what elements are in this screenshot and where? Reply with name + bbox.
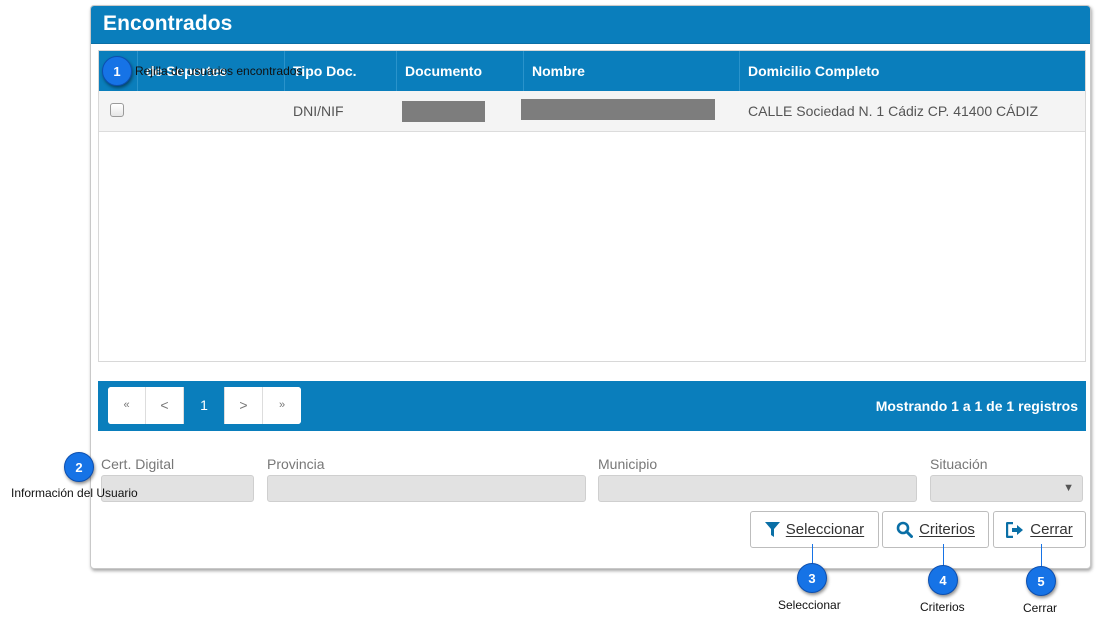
cell-nombre-redacted — [521, 99, 715, 120]
municipio-field[interactable] — [598, 475, 917, 502]
encontrados-panel: Encontrados de Soportes Tipo Doc. Docume… — [90, 5, 1091, 569]
criterios-label: Criterios — [919, 521, 975, 538]
callout-1-text: Rejilla de usuarios encontrados — [135, 64, 303, 78]
column-domicilio[interactable]: Domicilio Completo — [739, 51, 1087, 91]
cerrar-label: Cerrar — [1030, 521, 1073, 538]
callout-3-text: Seleccionar — [778, 598, 841, 612]
panel-header: Encontrados — [91, 6, 1090, 44]
callout-4-line — [943, 544, 944, 566]
callout-2-badge: 2 — [64, 452, 94, 482]
results-table: de Soportes Tipo Doc. Documento Nombre D… — [98, 50, 1086, 362]
pagination-bar: « < 1 > » Mostrando 1 a 1 de 1 registros — [98, 381, 1086, 431]
situacion-label: Situación — [930, 456, 988, 472]
search-icon — [896, 521, 914, 538]
callout-5-text: Cerrar — [1023, 601, 1058, 615]
callout-4-badge: 4 — [928, 565, 958, 595]
prev-page-button[interactable]: < — [146, 387, 184, 424]
provincia-field[interactable] — [267, 475, 586, 502]
provincia-label: Provincia — [267, 456, 325, 472]
cell-documento-redacted — [402, 101, 485, 122]
sign-out-icon — [1006, 521, 1024, 538]
pagination: « < 1 > » — [108, 387, 301, 424]
callout-1-badge: 1 — [102, 56, 132, 86]
filter-icon — [764, 521, 780, 537]
callout-5-line — [1041, 544, 1042, 568]
seleccionar-label: Seleccionar — [785, 521, 865, 538]
chevron-down-icon: ▼ — [1063, 482, 1074, 494]
municipio-label: Municipio — [598, 456, 658, 472]
callout-4-text: Criterios — [920, 600, 965, 614]
cerrar-button[interactable]: Cerrar — [993, 511, 1086, 548]
column-documento[interactable]: Documento — [396, 51, 523, 91]
last-page-button[interactable]: » — [263, 387, 301, 424]
current-page-button[interactable]: 1 — [184, 387, 225, 424]
callout-5-badge: 5 — [1026, 566, 1056, 596]
cert-digital-label: Cert. Digital — [101, 456, 175, 472]
table-row[interactable]: DNI/NIF CALLE Sociedad N. 1 Cádiz CP. 41… — [99, 91, 1085, 132]
criterios-button[interactable]: Criterios — [882, 511, 989, 548]
pagination-info: Mostrando 1 a 1 de 1 registros — [875, 398, 1078, 414]
row-checkbox[interactable] — [110, 103, 124, 117]
callout-2-text: Información del Usuario — [11, 486, 138, 500]
cell-tipo-doc: DNI/NIF — [293, 103, 344, 119]
first-page-button[interactable]: « — [108, 387, 146, 424]
column-nombre[interactable]: Nombre — [523, 51, 739, 91]
callout-3-badge: 3 — [797, 563, 827, 593]
next-page-button[interactable]: > — [225, 387, 263, 424]
situacion-select[interactable]: ▼ — [930, 475, 1083, 502]
panel-title: Encontrados — [103, 12, 233, 35]
cell-domicilio: CALLE Sociedad N. 1 Cádiz CP. 41400 CÁDI… — [748, 103, 1039, 119]
seleccionar-button[interactable]: Seleccionar — [750, 511, 879, 548]
